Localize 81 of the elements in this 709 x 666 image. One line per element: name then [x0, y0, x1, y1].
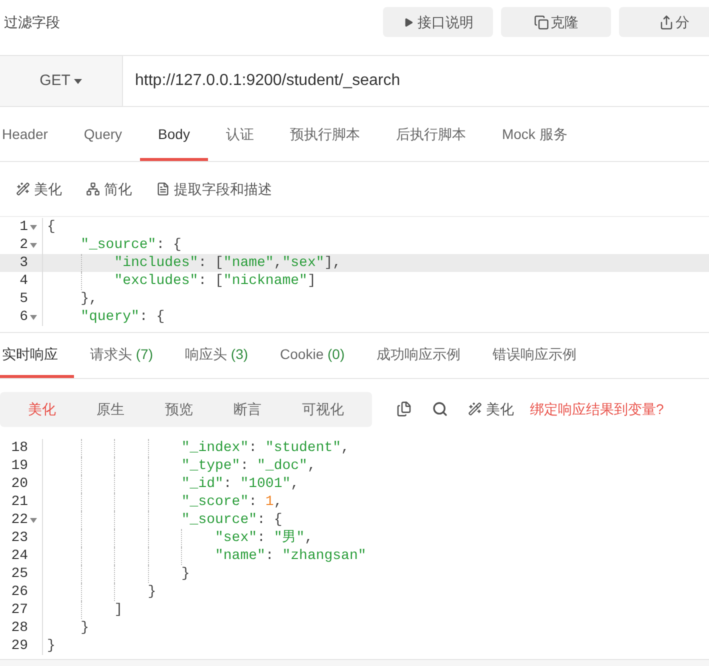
request-tab[interactable]: Mock 服务: [484, 110, 586, 161]
document-icon: [156, 182, 170, 196]
search-icon: [432, 401, 448, 417]
code-line: },: [80, 291, 98, 307]
response-tab[interactable]: 请求头 (7): [74, 333, 170, 378]
toolbar-button[interactable]: 美化: [16, 178, 62, 200]
line-number: 27: [11, 601, 28, 619]
toolbar-button[interactable]: 提取字段和描述: [156, 178, 272, 200]
page-title: 过滤字段: [3, 12, 60, 32]
code-line: "includes": ["name","sex"],: [114, 255, 342, 271]
response-tab[interactable]: 响应头 (3): [169, 333, 264, 378]
line-number: 18: [11, 439, 28, 457]
code-line: "name": "zhangsan": [215, 548, 366, 564]
view-mode-tab[interactable]: 断言: [225, 398, 270, 420]
hierarchy-icon: [86, 182, 100, 196]
header-button[interactable]: 分: [619, 7, 709, 37]
response-tab[interactable]: 实时响应: [0, 333, 74, 378]
bind-variable-link[interactable]: 绑定响应结果到变量?: [530, 398, 664, 420]
code-line: "_index": "student",: [181, 440, 350, 456]
share-icon: [658, 14, 674, 30]
code-line: "_source": {: [181, 512, 282, 528]
line-number: 29: [11, 637, 28, 655]
fold-icon[interactable]: [30, 314, 36, 320]
request-tab[interactable]: 预执行脚本: [272, 110, 378, 161]
code-line: "sex": "男",: [215, 530, 314, 546]
request-tab[interactable]: Body: [140, 110, 208, 161]
copy-icon: [396, 401, 412, 417]
method-dropdown[interactable]: GET: [0, 56, 123, 106]
code-line: "_score": 1,: [181, 494, 282, 510]
code-line: "_source": {: [80, 237, 182, 253]
line-number: 3: [20, 254, 28, 272]
code-line: "query": {: [80, 309, 165, 325]
line-number: 2: [20, 236, 28, 254]
url-field[interactable]: http://127.0.0.1:9200/student/_search: [123, 56, 709, 106]
line-number: 20: [11, 475, 28, 493]
search-button[interactable]: [432, 401, 448, 417]
code-line: }: [47, 638, 56, 654]
response-tab[interactable]: 成功响应示例: [360, 333, 477, 378]
copy-icon: [534, 14, 548, 30]
request-tab[interactable]: Query: [66, 110, 140, 161]
code-line: }: [181, 566, 190, 582]
copy-button[interactable]: [396, 401, 412, 417]
code-line: {: [47, 219, 56, 235]
code-line: ]: [114, 602, 123, 618]
fold-icon[interactable]: [30, 242, 36, 248]
wand-icon: [16, 182, 30, 196]
line-number: 1: [20, 218, 28, 236]
request-tab[interactable]: 后执行脚本: [378, 110, 484, 161]
code-line: "_id": "1001",: [181, 476, 300, 492]
response-tab[interactable]: Cookie (0): [264, 333, 361, 378]
line-number: 4: [20, 272, 28, 290]
wand-icon: [468, 402, 482, 416]
request-tab[interactable]: 认证: [208, 110, 272, 161]
code-line: "_type": "_doc",: [181, 458, 316, 474]
line-number: 6: [20, 308, 28, 326]
caret-icon: [74, 78, 82, 84]
line-number: 25: [11, 565, 28, 583]
fold-icon[interactable]: [30, 224, 36, 230]
view-mode-tab[interactable]: 预览: [156, 398, 201, 420]
play-icon: [402, 16, 414, 28]
beautify-button[interactable]: 美化: [468, 398, 514, 420]
toolbar-button[interactable]: 简化: [86, 178, 132, 200]
response-tab[interactable]: 错误响应示例: [476, 333, 593, 378]
code-line: }: [148, 584, 156, 600]
header-button[interactable]: 克隆: [501, 7, 611, 37]
code-line: }: [80, 620, 89, 636]
line-number: 28: [11, 619, 28, 637]
fold-icon[interactable]: [30, 518, 36, 522]
view-mode-tab[interactable]: 可视化: [294, 398, 352, 420]
view-mode-tab[interactable]: 美化: [20, 398, 64, 420]
line-number: 5: [20, 290, 28, 308]
request-tab[interactable]: Header: [0, 110, 66, 161]
header-button[interactable]: 接口说明: [383, 7, 493, 37]
line-number: 23: [11, 529, 28, 547]
line-number: 21: [11, 493, 28, 511]
line-number: 24: [11, 547, 28, 565]
view-mode-tab[interactable]: 原生: [88, 398, 133, 420]
line-number: 22: [11, 511, 28, 529]
code-line: "excludes": ["nickname"]: [114, 273, 316, 289]
line-number: 19: [11, 457, 28, 475]
line-number: 26: [11, 583, 28, 601]
